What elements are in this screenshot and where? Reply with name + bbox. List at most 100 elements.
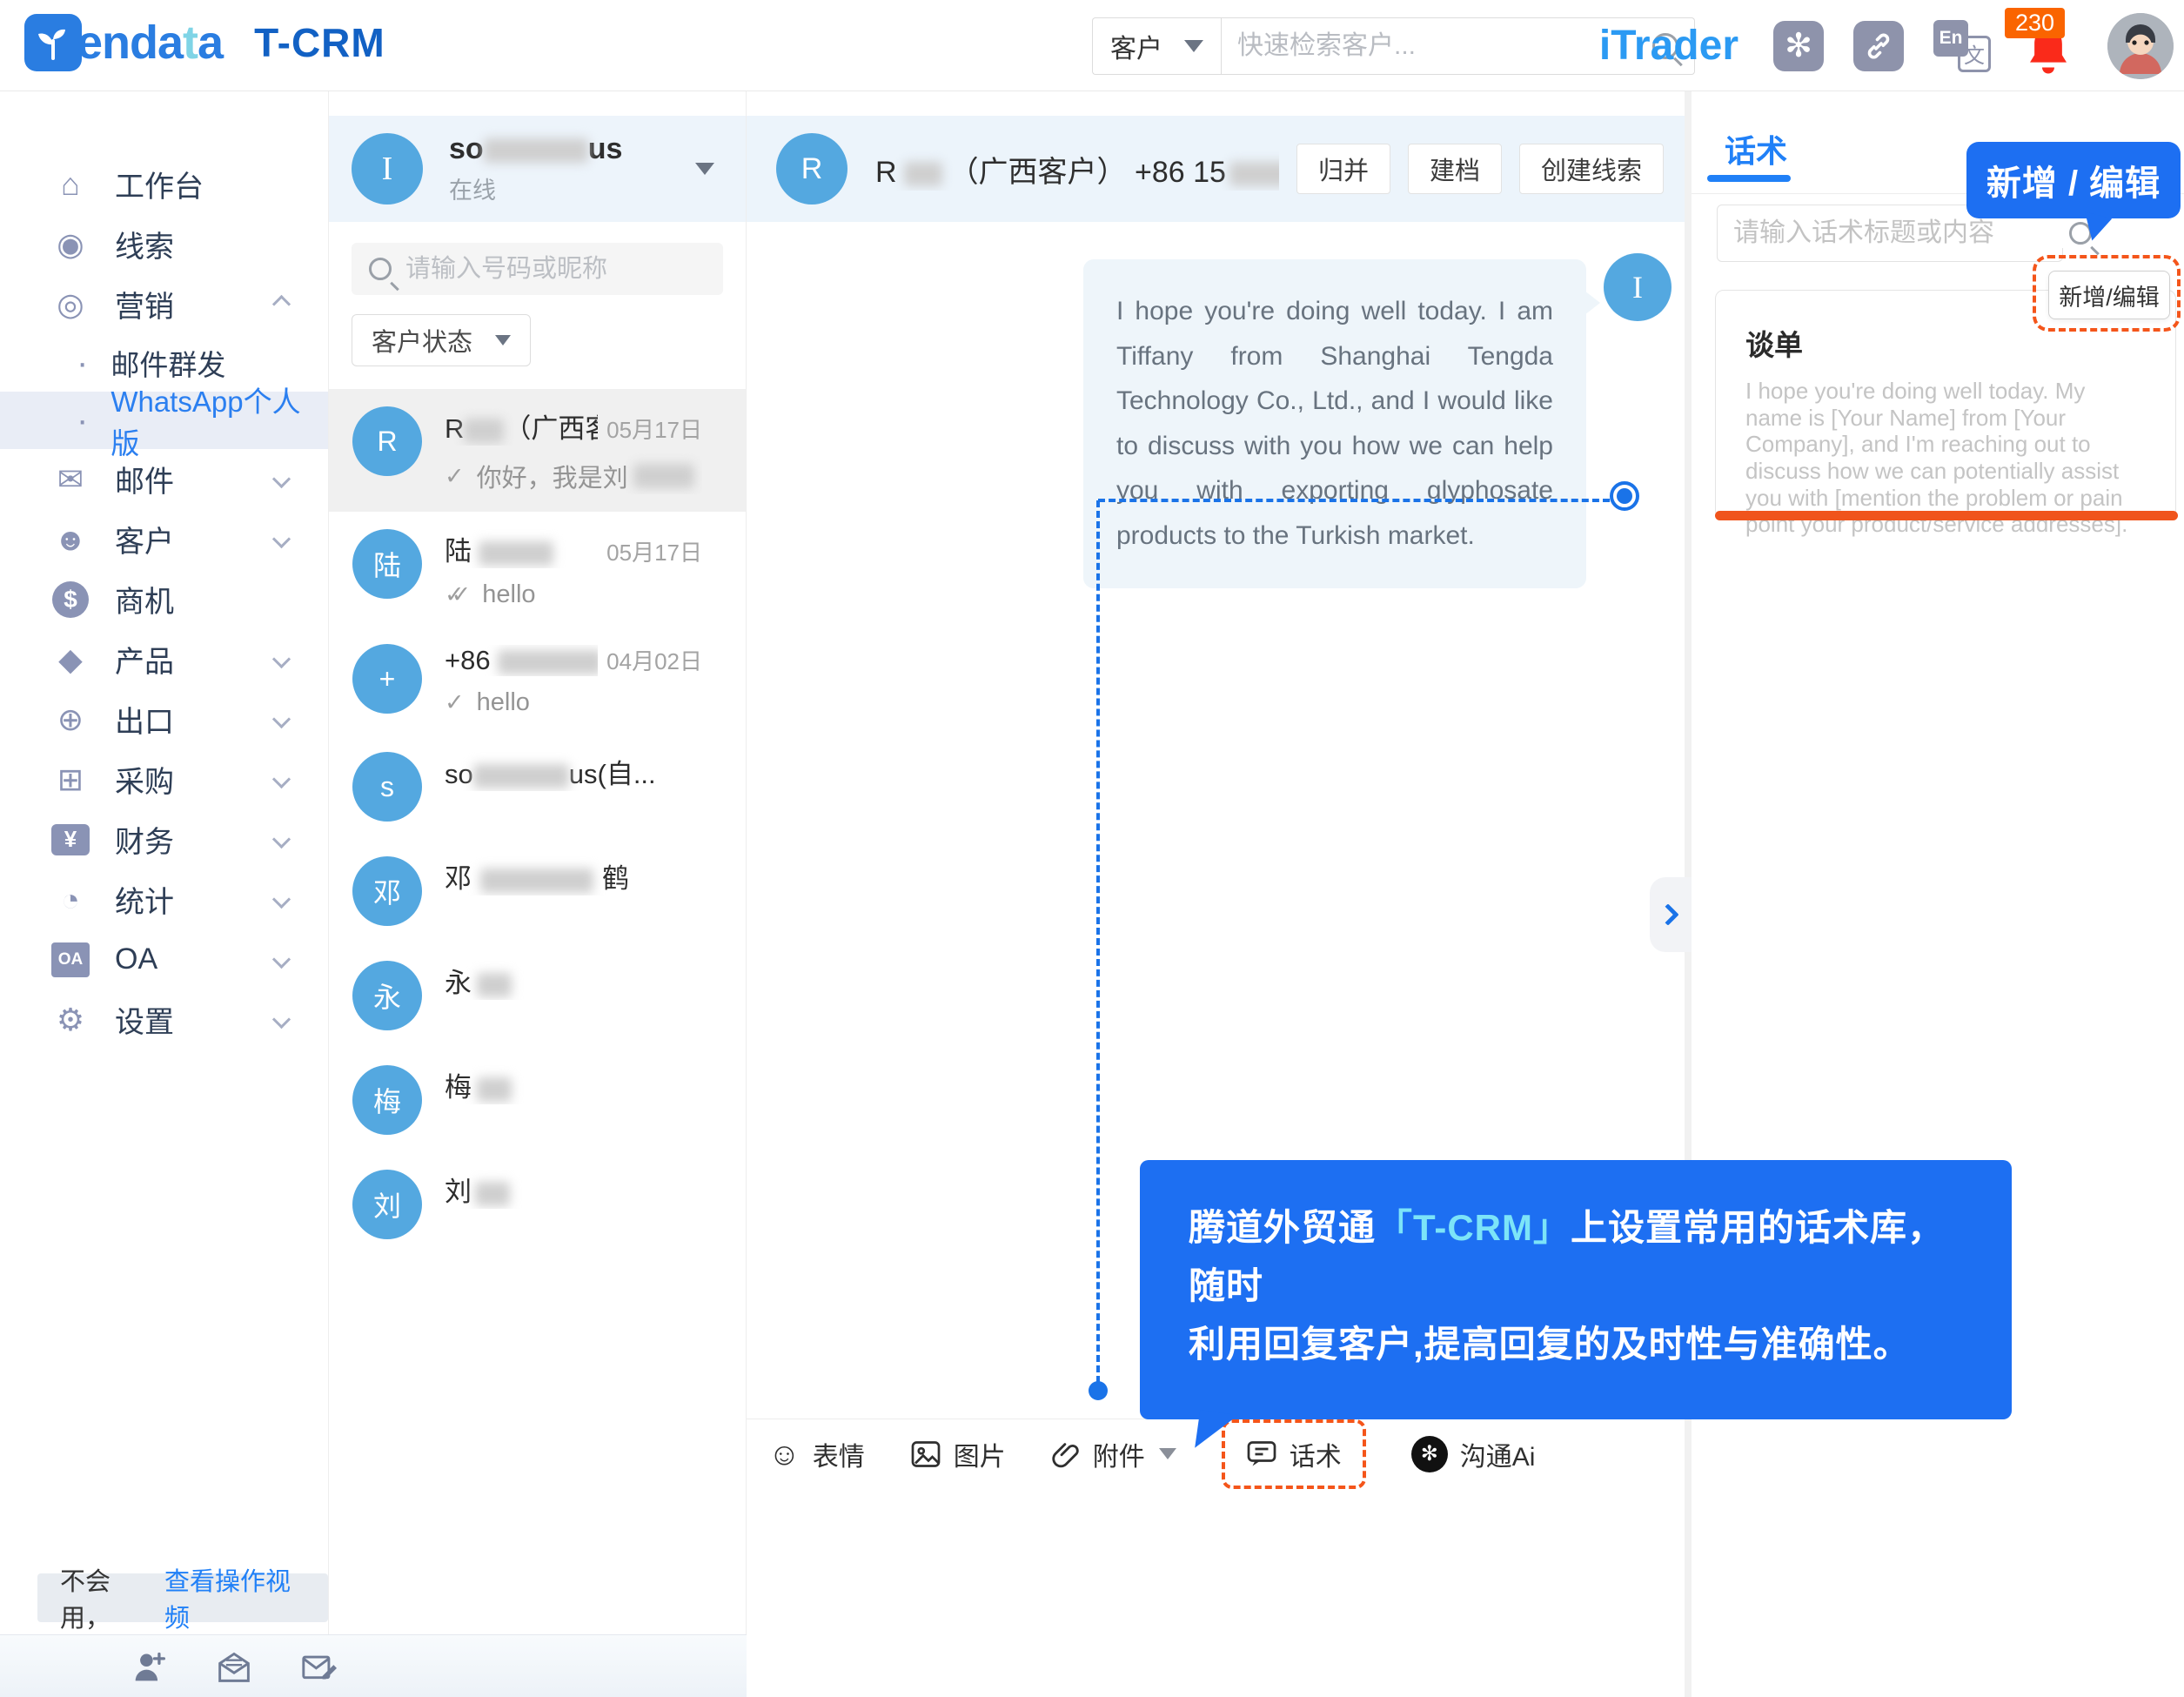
create-lead-button[interactable]: 创建线索 bbox=[1519, 144, 1664, 194]
leads-icon: ◉ bbox=[49, 226, 92, 263]
image-icon bbox=[910, 1439, 941, 1469]
chevron-down-icon bbox=[1184, 40, 1203, 52]
chat-date: 05月17日 bbox=[606, 413, 702, 445]
archive-button[interactable]: 建档 bbox=[1408, 144, 1502, 194]
bottom-toolbar bbox=[0, 1634, 747, 1697]
sidebar-item-procurement[interactable]: ⊞ 采购 bbox=[0, 749, 328, 809]
workbench-icon: ⌂ bbox=[49, 166, 92, 203]
tab-script[interactable]: 话术 bbox=[1725, 126, 1787, 171]
contact-avatar: R bbox=[776, 133, 847, 205]
chat-header: R R（广西客户） +86 1556 归并 建档 创建线索 bbox=[747, 116, 1685, 222]
script-bubble-icon bbox=[1246, 1439, 1277, 1469]
opportunity-icon: $ bbox=[49, 581, 92, 618]
account-name: sous bbox=[449, 132, 695, 166]
chat-name: sous(自... bbox=[445, 752, 702, 791]
chat-list-item[interactable]: 陆 陆 05月17日 ✓✓ hello bbox=[329, 512, 746, 627]
mail-open-icon[interactable] bbox=[214, 1649, 254, 1684]
chat-name: 陆 bbox=[445, 529, 598, 568]
chat-list-item[interactable]: 邓 邓鹤 bbox=[329, 839, 746, 943]
sidebar-item-export[interactable]: ⊕ 出口 bbox=[0, 689, 328, 749]
chat-list-item[interactable]: R R（广西客... 05月17日 ✓ 你好，我是刘 bbox=[329, 389, 746, 512]
sidebar-item-statistics[interactable]: ◔ 统计 bbox=[0, 869, 328, 929]
add-edit-tooltip: 新增 / 编辑 bbox=[1966, 142, 2181, 218]
chevron-right-icon bbox=[1657, 903, 1678, 925]
chat-search-wrap bbox=[352, 243, 723, 295]
chevron-down-icon bbox=[272, 770, 291, 788]
account-header[interactable]: I sous 在线 bbox=[329, 116, 746, 222]
stats-pie-icon: ◔ bbox=[49, 882, 92, 918]
chat-list-item[interactable]: 永 永 bbox=[329, 943, 746, 1048]
chat-preview: ✓✓ hello bbox=[445, 580, 702, 609]
add-contact-icon[interactable] bbox=[131, 1649, 169, 1684]
attachment-button[interactable]: 附件 bbox=[1051, 1435, 1176, 1473]
chat-list-item[interactable]: + +86 ... 04月02日 ✓ hello bbox=[329, 627, 746, 734]
brand-logo[interactable]: endata T-CRM bbox=[24, 14, 385, 71]
chevron-down-icon[interactable] bbox=[695, 163, 714, 175]
collapse-panel-button[interactable] bbox=[1650, 877, 1692, 952]
chat-date: 05月17日 bbox=[606, 535, 702, 567]
chat-preview: ✓ hello bbox=[445, 688, 702, 717]
search-category-select[interactable]: 客户 bbox=[1092, 17, 1221, 75]
script-button[interactable]: 话术 bbox=[1222, 1419, 1366, 1489]
chat-date: 04月02日 bbox=[606, 644, 702, 676]
merge-button[interactable]: 归并 bbox=[1296, 144, 1390, 194]
annotation-ring-dot bbox=[1610, 481, 1639, 511]
image-button[interactable]: 图片 bbox=[910, 1435, 1006, 1473]
account-avatar: I bbox=[352, 133, 423, 205]
chevron-down-icon bbox=[272, 1010, 291, 1029]
avatar: 永 bbox=[352, 961, 422, 1030]
chevron-down-icon bbox=[495, 335, 511, 345]
sidebar-item-whatsapp-personal[interactable]: · WhatsApp个人版 bbox=[0, 392, 328, 449]
chevron-down-icon bbox=[272, 470, 291, 488]
sidebar-item-opportunities[interactable]: $ 商机 bbox=[0, 569, 328, 629]
watch-tutorial-link[interactable]: 查看操作视频 bbox=[164, 1561, 305, 1634]
link-icon[interactable] bbox=[1853, 21, 1904, 71]
chat-name: 梅 bbox=[445, 1065, 702, 1104]
search-category-value: 客户 bbox=[1110, 27, 1162, 65]
contact-title: R（广西客户） +86 1556 bbox=[875, 148, 1279, 191]
ai-chat-button[interactable]: ✻ 沟通Ai bbox=[1411, 1435, 1536, 1473]
chevron-down-icon bbox=[272, 830, 291, 848]
chat-name: +86 ... bbox=[445, 645, 598, 676]
sidebar-item-oa[interactable]: OA OA bbox=[0, 929, 328, 989]
emoji-icon: ☺ bbox=[768, 1436, 801, 1472]
translate-icon[interactable]: 文 En bbox=[1933, 20, 1991, 72]
sidebar-item-workbench[interactable]: ⌂ 工作台 bbox=[0, 154, 328, 214]
chevron-up-icon bbox=[272, 295, 291, 313]
sidebar-item-leads[interactable]: ◉ 线索 bbox=[0, 214, 328, 274]
sidebar-item-customers[interactable]: ☻ 客户 bbox=[0, 509, 328, 569]
ai-assistant-icon[interactable]: ✻ bbox=[1773, 21, 1824, 71]
chat-name: 刘 bbox=[445, 1170, 702, 1209]
help-pill: 不会用， 查看操作视频 bbox=[37, 1573, 328, 1622]
sidebar-item-finance[interactable]: ¥ 财务 bbox=[0, 809, 328, 869]
brand-logo-text: endata bbox=[77, 16, 223, 70]
sidebar-item-products[interactable]: ◆ 产品 bbox=[0, 629, 328, 689]
script-panel: 话术 新增 / 编辑 新增/编辑 谈单 I hope you're doing … bbox=[1692, 91, 2184, 1697]
finance-icon: ¥ bbox=[49, 824, 92, 855]
mail-compose-icon[interactable] bbox=[299, 1649, 339, 1684]
message-bubble: I hope you're doing well today. I am Tif… bbox=[1083, 259, 1586, 588]
procurement-cart-icon: ⊞ bbox=[49, 761, 92, 798]
customer-status-select[interactable]: 客户状态 bbox=[352, 314, 531, 366]
emoji-button[interactable]: ☺ 表情 bbox=[768, 1435, 865, 1473]
check-icon: ✓ bbox=[445, 689, 465, 716]
sidebar-item-marketing[interactable]: ◎ 营销 bbox=[0, 274, 328, 334]
feature-callout: 腾道外贸通「T-CRM」上设置常用的话术库，随时 利用回复客户,提高回复的及时性… bbox=[1140, 1160, 2012, 1419]
add-edit-button[interactable]: 新增/编辑 bbox=[2048, 271, 2170, 319]
double-check-icon: ✓✓ bbox=[445, 581, 458, 608]
script-search-input[interactable] bbox=[1733, 218, 2069, 248]
chat-name: 邓鹤 bbox=[445, 856, 702, 895]
itrader-logo[interactable]: iTrader bbox=[1599, 22, 1738, 70]
chat-search-input[interactable] bbox=[405, 255, 734, 284]
chat-list-item[interactable]: s sous(自... bbox=[329, 734, 746, 839]
account-status: 在线 bbox=[449, 171, 695, 205]
global-search-input[interactable] bbox=[1237, 31, 1652, 61]
mail-icon: ✉ bbox=[49, 461, 92, 498]
notification-bell[interactable]: 230 bbox=[2020, 11, 2078, 81]
chat-list-item[interactable]: 刘 刘 bbox=[329, 1152, 746, 1257]
user-avatar[interactable] bbox=[2107, 13, 2174, 79]
top-bar: endata T-CRM 客户 iTrader ✻ 文 En 230 bbox=[0, 0, 2184, 91]
chat-list-item[interactable]: 梅 梅 bbox=[329, 1048, 746, 1152]
sidebar-item-settings[interactable]: ⚙ 设置 bbox=[0, 989, 328, 1050]
marketing-icon: ◎ bbox=[49, 286, 92, 323]
